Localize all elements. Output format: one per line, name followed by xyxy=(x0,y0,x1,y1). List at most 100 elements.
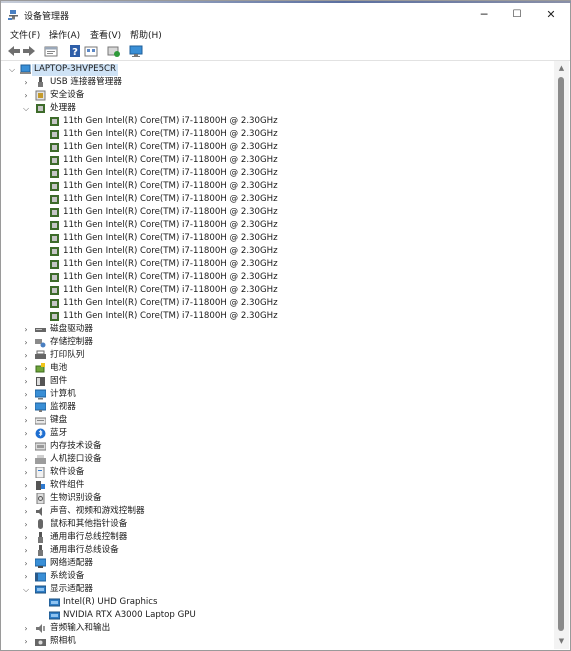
chevron-right-icon[interactable]: › xyxy=(22,414,30,427)
mouse-icon xyxy=(38,519,43,529)
chevron-right-icon[interactable]: › xyxy=(22,375,30,388)
chevron-right-icon[interactable]: › xyxy=(22,518,30,531)
chevron-right-icon[interactable]: › xyxy=(22,336,30,349)
chevron-right-icon[interactable]: › xyxy=(22,635,30,648)
chevron-right-icon[interactable]: › xyxy=(22,557,30,570)
tree-device-label: 11th Gen Intel(R) Core(TM) i7-11800H @ 2… xyxy=(63,116,278,126)
close-button[interactable]: ✕ xyxy=(534,6,568,24)
device-tree: ⌵ LAPTOP-3HVPE5CR › USB 连接器管理器 › 安全设备 ⌵ … xyxy=(1,61,553,650)
chevron-right-icon[interactable]: › xyxy=(22,453,30,466)
tree-category[interactable]: › 计算机 xyxy=(1,388,553,401)
tree-category[interactable]: › 键盘 xyxy=(1,414,553,427)
tree-category[interactable]: ⌵ 处理器 xyxy=(1,102,553,115)
minimize-button[interactable]: ─ xyxy=(467,6,501,24)
chevron-right-icon[interactable]: › xyxy=(22,427,30,440)
tree-category[interactable]: › USB 连接器管理器 xyxy=(1,76,553,89)
maximize-button[interactable]: ☐ xyxy=(500,6,534,24)
help-icon[interactable]: ? xyxy=(68,44,82,58)
tree-category[interactable]: › 打印队列 xyxy=(1,349,553,362)
tree-category[interactable]: › 通用串行总线控制器 xyxy=(1,531,553,544)
chevron-right-icon[interactable]: › xyxy=(22,401,30,414)
view-icon[interactable] xyxy=(84,44,98,58)
tree-category[interactable]: › 磁盘驱动器 xyxy=(1,323,553,336)
chevron-right-icon[interactable]: › xyxy=(22,323,30,336)
tree-device-item[interactable]: 11th Gen Intel(R) Core(TM) i7-11800H @ 2… xyxy=(1,180,553,193)
device-manager-icon xyxy=(8,10,18,20)
tree-device-item[interactable]: 11th Gen Intel(R) Core(TM) i7-11800H @ 2… xyxy=(1,245,553,258)
menu-action[interactable]: 操作(A) xyxy=(49,28,80,41)
chevron-right-icon[interactable]: › xyxy=(22,544,30,557)
chevron-right-icon[interactable]: › xyxy=(22,622,30,635)
tree-category[interactable]: › 软件设备 xyxy=(1,466,553,479)
chip-icon xyxy=(50,156,59,165)
tree-device-item[interactable]: 11th Gen Intel(R) Core(TM) i7-11800H @ 2… xyxy=(1,271,553,284)
chevron-right-icon[interactable]: › xyxy=(22,505,30,518)
security-icon xyxy=(35,90,46,101)
scroll-down-arrow-icon[interactable]: ▼ xyxy=(554,637,569,645)
tree-device-item[interactable]: 11th Gen Intel(R) Core(TM) i7-11800H @ 2… xyxy=(1,206,553,219)
tree-device-item[interactable]: 11th Gen Intel(R) Core(TM) i7-11800H @ 2… xyxy=(1,141,553,154)
tree-device-item[interactable]: 11th Gen Intel(R) Core(TM) i7-11800H @ 2… xyxy=(1,154,553,167)
chevron-right-icon[interactable]: › xyxy=(22,89,30,102)
processor-icon xyxy=(36,104,45,113)
tree-device-item[interactable]: 11th Gen Intel(R) Core(TM) i7-11800H @ 2… xyxy=(1,258,553,271)
tree-category[interactable]: › 系统设备 xyxy=(1,570,553,583)
tree-category[interactable]: › 软件组件 xyxy=(1,479,553,492)
tree-device-item[interactable]: 11th Gen Intel(R) Core(TM) i7-11800H @ 2… xyxy=(1,128,553,141)
chevron-right-icon[interactable]: › xyxy=(22,388,30,401)
tree-device-item[interactable]: NVIDIA RTX A3000 Laptop GPU xyxy=(1,609,553,622)
tree-device-item[interactable]: 11th Gen Intel(R) Core(TM) i7-11800H @ 2… xyxy=(1,284,553,297)
tree-category[interactable]: › 人机接口设备 xyxy=(1,453,553,466)
tree-category[interactable]: › 音频输入和输出 xyxy=(1,622,553,635)
tree-category[interactable]: › 生物识别设备 xyxy=(1,492,553,505)
chevron-right-icon[interactable]: › xyxy=(22,362,30,375)
tree-device-item[interactable]: 11th Gen Intel(R) Core(TM) i7-11800H @ 2… xyxy=(1,297,553,310)
forward-arrow-icon[interactable] xyxy=(22,44,36,58)
tree-device-item[interactable]: 11th Gen Intel(R) Core(TM) i7-11800H @ 2… xyxy=(1,219,553,232)
chevron-right-icon[interactable]: › xyxy=(22,466,30,479)
chevron-right-icon[interactable]: › xyxy=(22,349,30,362)
chevron-right-icon[interactable]: › xyxy=(22,479,30,492)
tree-root[interactable]: ⌵ LAPTOP-3HVPE5CR xyxy=(1,63,553,76)
tree-category[interactable]: › 内存技术设备 xyxy=(1,440,553,453)
back-arrow-icon[interactable] xyxy=(7,44,21,58)
tree-category[interactable]: › 通用串行总线设备 xyxy=(1,544,553,557)
menu-view[interactable]: 查看(V) xyxy=(90,28,121,41)
chevron-right-icon[interactable]: › xyxy=(22,76,30,89)
tree-category[interactable]: ⌵ 显示适配器 xyxy=(1,583,553,596)
tree-category[interactable]: › 电池 xyxy=(1,362,553,375)
tree-device-item[interactable]: 11th Gen Intel(R) Core(TM) i7-11800H @ 2… xyxy=(1,115,553,128)
monitor-icon[interactable] xyxy=(129,44,143,58)
tree-device-item[interactable]: 11th Gen Intel(R) Core(TM) i7-11800H @ 2… xyxy=(1,193,553,206)
menu-help[interactable]: 帮助(H) xyxy=(130,28,162,41)
tree-category[interactable]: › 网络适配器 xyxy=(1,557,553,570)
chevron-right-icon[interactable]: › xyxy=(22,570,30,583)
tree-device-item[interactable]: 11th Gen Intel(R) Core(TM) i7-11800H @ 2… xyxy=(1,167,553,180)
scrollbar-thumb[interactable] xyxy=(558,77,564,631)
tree-category-label: 蓝牙 xyxy=(50,428,68,438)
tree-category[interactable]: › 鼠标和其他指针设备 xyxy=(1,518,553,531)
scan-hardware-icon[interactable] xyxy=(107,44,121,58)
chevron-down-icon[interactable]: ⌵ xyxy=(22,583,30,596)
tree-device-item[interactable]: 11th Gen Intel(R) Core(TM) i7-11800H @ 2… xyxy=(1,232,553,245)
chevron-right-icon[interactable]: › xyxy=(22,492,30,505)
chevron-down-icon[interactable]: ⌵ xyxy=(22,102,30,115)
chevron-right-icon[interactable]: › xyxy=(22,531,30,544)
scroll-up-arrow-icon[interactable]: ▲ xyxy=(554,64,569,72)
chevron-right-icon[interactable]: › xyxy=(22,440,30,453)
tree-category[interactable]: › 蓝牙 xyxy=(1,427,553,440)
tree-category[interactable]: › 存储控制器 xyxy=(1,336,553,349)
title-bar[interactable]: 设备管理器 ─ ☐ ✕ xyxy=(1,3,570,25)
menu-file[interactable]: 文件(F) xyxy=(10,28,40,41)
tree-device-item[interactable]: Intel(R) UHD Graphics xyxy=(1,596,553,609)
tree-category[interactable]: › 监视器 xyxy=(1,401,553,414)
tree-category[interactable]: › 照相机 xyxy=(1,635,553,648)
tree-category[interactable]: › 声音、视频和游戏控制器 xyxy=(1,505,553,518)
properties-icon[interactable] xyxy=(44,44,58,58)
chevron-down-icon[interactable]: ⌵ xyxy=(8,63,16,76)
tree-category[interactable]: › 固件 xyxy=(1,375,553,388)
tree-device-item[interactable]: 11th Gen Intel(R) Core(TM) i7-11800H @ 2… xyxy=(1,310,553,323)
vertical-scrollbar[interactable]: ▲ ▼ xyxy=(554,61,569,649)
tree-category-label: 打印队列 xyxy=(50,350,85,360)
tree-category[interactable]: › 安全设备 xyxy=(1,89,553,102)
